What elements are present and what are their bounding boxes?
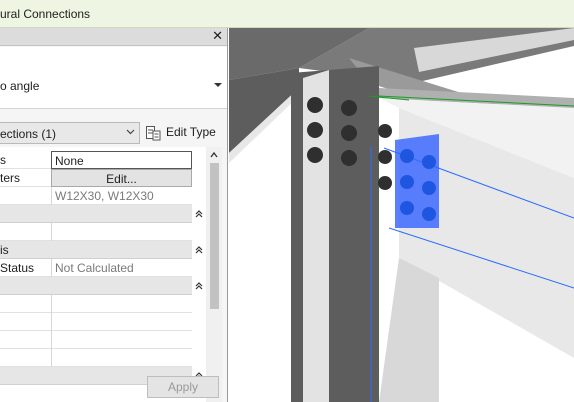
property-row[interactable] [0, 331, 192, 349]
property-value-field[interactable] [51, 331, 192, 349]
property-row[interactable] [0, 349, 192, 367]
property-row[interactable] [0, 295, 192, 313]
collapse-icon[interactable] [194, 209, 204, 219]
scroll-up-icon[interactable] [209, 151, 219, 159]
property-key: Status [0, 261, 35, 275]
filter-row: ections (1) Edit Type [0, 122, 227, 144]
title-bar: ural Connections [0, 0, 574, 28]
edit-type-label: Edit Type [166, 125, 216, 139]
property-value: Not Calculated [55, 261, 134, 275]
property-value-field[interactable] [51, 313, 192, 331]
property-value: None [55, 154, 84, 168]
collapse-icon[interactable] [194, 281, 204, 291]
scrollbar-thumb[interactable] [210, 163, 219, 309]
bolt [422, 181, 436, 195]
property-value-field[interactable] [51, 349, 192, 367]
bolt [400, 201, 414, 215]
property-key: s [0, 153, 6, 167]
close-icon[interactable]: ✕ [212, 29, 223, 43]
properties-panel: ✕ o angle ections (1) Edit Type s None t… [0, 28, 228, 402]
property-row[interactable] [0, 223, 192, 241]
edit-type-icon [146, 126, 161, 141]
group-header[interactable] [0, 205, 203, 223]
bolt [341, 100, 357, 116]
chevron-down-icon[interactable] [214, 83, 222, 87]
property-row[interactable]: s None [0, 151, 192, 169]
column-flange-face [303, 70, 329, 402]
bolt [400, 175, 414, 189]
chevron-down-icon [126, 129, 135, 135]
bolt [422, 207, 436, 221]
bolt [341, 150, 357, 166]
bolt [307, 147, 323, 163]
apply-button[interactable]: Apply [147, 376, 219, 398]
window-title: ural Connections [0, 7, 91, 21]
type-selector[interactable]: o angle [0, 47, 227, 109]
bolt [378, 150, 392, 164]
group-header[interactable]: is [0, 241, 203, 259]
property-value-field[interactable]: None [51, 151, 192, 169]
property-value-field: Not Calculated [51, 259, 192, 277]
group-title: is [0, 243, 9, 257]
panel-header: ✕ [0, 28, 227, 46]
property-row[interactable] [0, 313, 192, 331]
edit-type-button[interactable]: Edit Type [145, 123, 225, 143]
bolt [422, 155, 436, 169]
edit-parameters-button[interactable]: Edit... [51, 169, 192, 187]
instance-filter-label: ections (1) [0, 127, 57, 141]
property-value-field[interactable] [51, 223, 192, 241]
property-value-field[interactable] [51, 295, 192, 313]
properties-grid: s None ters Edit... W12X30, W12X30 is St… [0, 147, 206, 402]
3d-viewport[interactable] [229, 28, 574, 402]
group-header[interactable] [0, 277, 203, 295]
property-value-field: W12X30, W12X30 [51, 187, 192, 205]
bolt [400, 149, 414, 163]
property-row[interactable]: ters Edit... [0, 169, 192, 187]
property-row[interactable]: Status Not Calculated [0, 259, 192, 277]
instance-filter-dropdown[interactable]: ections (1) [0, 122, 140, 144]
properties-scrollbar[interactable] [206, 147, 222, 402]
property-value: W12X30, W12X30 [55, 189, 154, 203]
bolt [341, 125, 357, 141]
bolt [378, 176, 392, 190]
button-label: Edit... [106, 172, 137, 186]
structural-connection-model [229, 28, 574, 402]
property-row[interactable]: W12X30, W12X30 [0, 187, 192, 205]
collapse-icon[interactable] [194, 245, 204, 255]
bolt [307, 97, 323, 113]
bolt [378, 124, 392, 138]
type-name: o angle [0, 79, 40, 93]
property-key: ters [0, 171, 21, 185]
bolt [307, 122, 323, 138]
